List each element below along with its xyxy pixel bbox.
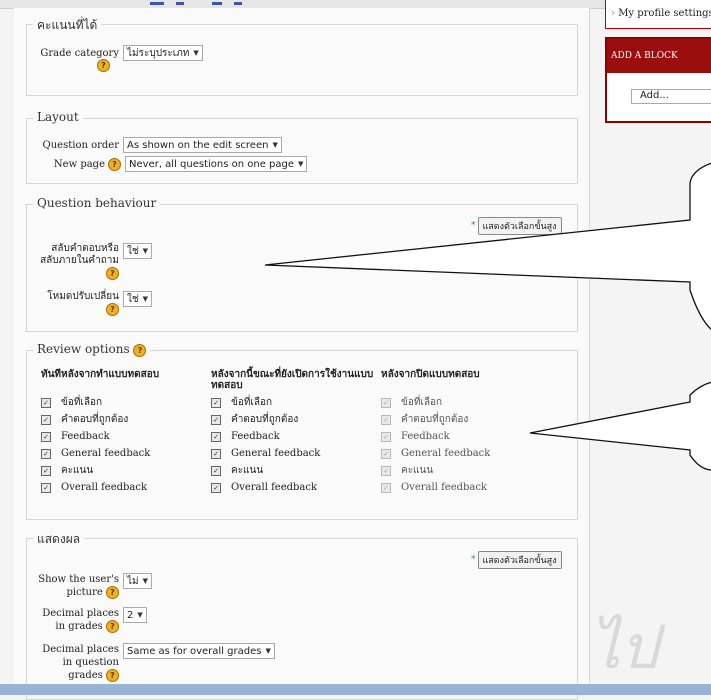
callout-overlay xyxy=(264,162,711,471)
bottom-strip xyxy=(0,684,711,695)
callout-bubble-behaviour xyxy=(264,162,711,330)
callout-bubble-review xyxy=(529,381,711,471)
watermark: ไป xyxy=(590,613,659,683)
